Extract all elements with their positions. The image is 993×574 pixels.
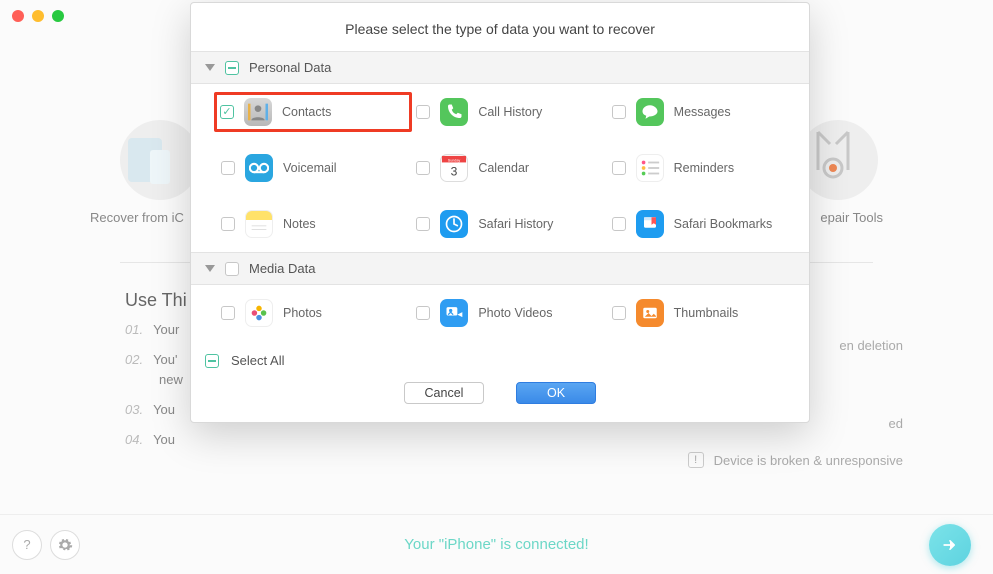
- bg-left-label: Recover from iC: [90, 210, 184, 225]
- bg-tip-2: ed: [889, 416, 903, 431]
- label-calendar: Calendar: [478, 161, 529, 175]
- item-photos[interactable]: Photos: [217, 293, 412, 333]
- section-media-header[interactable]: Media Data: [191, 252, 809, 285]
- select-all-row[interactable]: Select All: [191, 341, 809, 376]
- bg-step-4: 04.You: [125, 432, 175, 447]
- maximize-icon[interactable]: [52, 10, 64, 22]
- media-grid: Photos Photo Videos Thumbnails: [191, 285, 809, 341]
- label-contacts: Contacts: [282, 105, 331, 119]
- label-reminders: Reminders: [674, 161, 734, 175]
- checkbox-messages[interactable]: [612, 105, 626, 119]
- checkbox-reminders[interactable]: [612, 161, 626, 175]
- label-photos: Photos: [283, 306, 322, 320]
- bottom-bar: ? Your "iPhone" is connected!: [0, 514, 993, 574]
- bg-card-left: [120, 120, 200, 200]
- item-call-history[interactable]: Call History: [412, 92, 607, 132]
- item-calendar[interactable]: Sunday3 Calendar: [412, 148, 607, 188]
- photo-videos-icon: [440, 299, 468, 327]
- label-call-history: Call History: [478, 105, 542, 119]
- checkbox-photo-videos[interactable]: [416, 306, 430, 320]
- label-safari-bookmarks: Safari Bookmarks: [674, 217, 773, 231]
- settings-button[interactable]: [50, 530, 80, 560]
- personal-grid: ✓ Contacts Call History Messages: [191, 84, 809, 252]
- thumbnails-icon: [636, 299, 664, 327]
- bg-tip-1: en deletion: [839, 338, 903, 353]
- data-type-modal: Please select the type of data you want …: [190, 2, 810, 423]
- bg-use-heading: Use Thi: [125, 290, 187, 311]
- label-safari-history: Safari History: [478, 217, 553, 231]
- label-photo-videos: Photo Videos: [478, 306, 552, 320]
- close-icon[interactable]: [12, 10, 24, 22]
- help-button[interactable]: ?: [12, 530, 42, 560]
- chevron-down-icon: [205, 265, 215, 272]
- select-all-checkbox[interactable]: [205, 354, 219, 368]
- section-personal-checkbox[interactable]: [225, 61, 239, 75]
- label-voicemail: Voicemail: [283, 161, 337, 175]
- reminders-icon: [636, 154, 664, 182]
- item-notes[interactable]: Notes: [217, 204, 412, 244]
- checkbox-calendar[interactable]: [416, 161, 430, 175]
- item-photo-videos[interactable]: Photo Videos: [412, 293, 607, 333]
- cancel-button[interactable]: Cancel: [404, 382, 484, 404]
- checkbox-contacts[interactable]: ✓: [220, 105, 234, 119]
- section-media-checkbox[interactable]: [225, 262, 239, 276]
- svg-text:Sunday: Sunday: [448, 159, 461, 163]
- modal-button-row: Cancel OK: [191, 376, 809, 422]
- bg-step-3: 03.You: [125, 402, 175, 417]
- bg-tip-row: ! Device is broken & unresponsive: [688, 452, 903, 468]
- modal-title: Please select the type of data you want …: [191, 3, 809, 51]
- item-safari-bookmarks[interactable]: Safari Bookmarks: [608, 204, 803, 244]
- bg-step-1: 01.Your: [125, 322, 179, 337]
- proceed-button[interactable]: [929, 524, 971, 566]
- section-personal-label: Personal Data: [249, 60, 331, 75]
- checkbox-photos[interactable]: [221, 306, 235, 320]
- ok-button[interactable]: OK: [516, 382, 596, 404]
- messages-icon: [636, 98, 664, 126]
- section-personal-header[interactable]: Personal Data: [191, 51, 809, 84]
- photos-icon: [245, 299, 273, 327]
- bg-step-2-wrap: new: [159, 372, 183, 387]
- contacts-icon: [244, 98, 272, 126]
- item-safari-history[interactable]: Safari History: [412, 204, 607, 244]
- bg-step-2: 02.You': [125, 352, 178, 367]
- phone-icon: [440, 98, 468, 126]
- item-messages[interactable]: Messages: [608, 92, 803, 132]
- bookmark-icon: [636, 210, 664, 238]
- bg-card-right: [798, 120, 878, 200]
- checkbox-thumbnails[interactable]: [612, 306, 626, 320]
- notes-icon: [245, 210, 273, 238]
- connected-message: Your "iPhone" is connected!: [404, 536, 588, 553]
- bg-tip-row-text: Device is broken & unresponsive: [714, 453, 903, 468]
- checkbox-notes[interactable]: [221, 217, 235, 231]
- arrow-right-icon: [940, 535, 960, 555]
- alert-icon: !: [688, 452, 704, 468]
- item-reminders[interactable]: Reminders: [608, 148, 803, 188]
- chevron-down-icon: [205, 64, 215, 71]
- section-media-label: Media Data: [249, 261, 315, 276]
- checkbox-call-history[interactable]: [416, 105, 430, 119]
- checkbox-safari-bookmarks[interactable]: [612, 217, 626, 231]
- label-messages: Messages: [674, 105, 731, 119]
- checkbox-voicemail[interactable]: [221, 161, 235, 175]
- window-traffic-lights: [12, 10, 64, 22]
- item-thumbnails[interactable]: Thumbnails: [608, 293, 803, 333]
- bg-right-label: epair Tools: [820, 210, 883, 225]
- minimize-icon[interactable]: [32, 10, 44, 22]
- safari-history-icon: [440, 210, 468, 238]
- svg-text:3: 3: [451, 164, 458, 178]
- voicemail-icon: [245, 154, 273, 182]
- gear-icon: [57, 537, 73, 553]
- checkbox-safari-history[interactable]: [416, 217, 430, 231]
- calendar-icon: Sunday3: [440, 154, 468, 182]
- select-all-label: Select All: [231, 353, 284, 368]
- item-contacts[interactable]: ✓ Contacts: [214, 92, 412, 132]
- label-notes: Notes: [283, 217, 316, 231]
- item-voicemail[interactable]: Voicemail: [217, 148, 412, 188]
- label-thumbnails: Thumbnails: [674, 306, 739, 320]
